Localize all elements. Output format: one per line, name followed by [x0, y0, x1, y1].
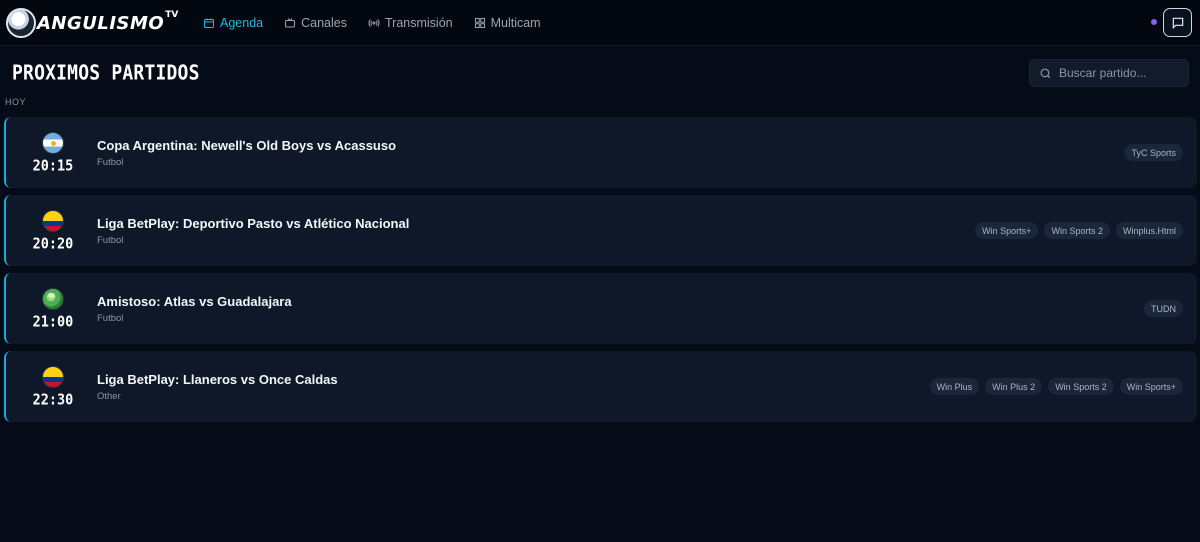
match-sport: Futbol	[97, 157, 124, 168]
nav-item-label: Canales	[301, 16, 347, 30]
channel-chip[interactable]: Win Sports 2	[1048, 378, 1114, 395]
nav-item-canales[interactable]: Canales	[284, 16, 347, 30]
match-title: Copa Argentina: Newell's Old Boys vs Aca…	[97, 138, 397, 153]
match-title: Liga BetPlay: Llaneros vs Once Caldas	[97, 372, 338, 387]
logo-suffix: TV	[165, 10, 179, 20]
argentina-flag-icon	[42, 132, 64, 154]
colombia-flag-icon	[42, 210, 64, 232]
nav-item-label: Multicam	[490, 16, 541, 30]
match-card[interactable]: 20:15 Copa Argentina: Newell's Old Boys …	[4, 117, 1197, 188]
channel-chip[interactable]: TyC Sports	[1124, 144, 1183, 161]
search-box[interactable]	[1029, 59, 1189, 87]
channel-chip[interactable]: Winplus.Html	[1115, 222, 1183, 239]
nav-item-label: Agenda	[220, 16, 264, 30]
match-card[interactable]: 20:20 Liga BetPlay: Deportivo Pasto vs A…	[4, 195, 1197, 266]
search-input[interactable]	[1059, 66, 1177, 80]
match-time: 20:20	[32, 235, 74, 253]
match-list: 20:15 Copa Argentina: Newell's Old Boys …	[4, 117, 1197, 429]
section-label-today: HOY	[5, 97, 27, 107]
status-indicator	[1151, 19, 1157, 25]
page-title: PROXIMOS PARTIDOS	[12, 61, 200, 86]
channel-chip[interactable]: Win Plus	[929, 378, 980, 395]
main-nav: Agenda Canales Transmisión Multicam	[203, 0, 562, 46]
match-time: 22:30	[32, 391, 74, 409]
nav-item-transmision[interactable]: Transmisión	[368, 16, 453, 30]
match-card[interactable]: 21:00 Amistoso: Atlas vs Guadalajara Fut…	[4, 273, 1197, 344]
match-sport: Futbol	[97, 235, 124, 246]
channel-list: TUDN	[1144, 273, 1183, 344]
match-title: Amistoso: Atlas vs Guadalajara	[97, 294, 292, 309]
colombia-flag-icon	[42, 366, 64, 388]
nav-item-label: Transmisión	[384, 16, 453, 30]
match-title: Liga BetPlay: Deportivo Pasto vs Atlétic…	[97, 216, 410, 231]
channel-chip[interactable]: TUDN	[1144, 300, 1183, 317]
world-globe-icon	[42, 288, 64, 310]
search-icon	[1040, 68, 1051, 78]
match-card[interactable]: 22:30 Liga BetPlay: Llaneros vs Once Cal…	[4, 351, 1197, 422]
broadcast-icon	[368, 19, 380, 27]
channel-chip[interactable]: Win Plus 2	[985, 378, 1043, 395]
calendar-icon	[204, 18, 214, 28]
grid-icon	[474, 18, 485, 28]
soccer-ball-logo-icon	[6, 8, 36, 38]
nav-item-multicam[interactable]: Multicam	[474, 16, 541, 30]
channel-list: Win Sports+ Win Sports 2 Winplus.Html	[975, 195, 1183, 266]
channel-chip[interactable]: Win Sports 2	[1044, 222, 1110, 239]
channel-chip[interactable]: Win Sports+	[975, 222, 1039, 239]
top-navigation-bar: ANGULISMO TV Agenda Canales Transmisión …	[0, 0, 1200, 46]
channel-list: Win Plus Win Plus 2 Win Sports 2 Win Spo…	[929, 351, 1183, 422]
channel-chip[interactable]: Win Sports+	[1119, 378, 1183, 395]
match-time: 21:00	[32, 313, 74, 331]
match-sport: Futbol	[97, 313, 124, 324]
chat-button[interactable]	[1163, 8, 1192, 37]
chat-icon	[1172, 17, 1183, 29]
app-logo[interactable]: ANGULISMO TV	[6, 6, 179, 40]
tv-icon	[285, 18, 296, 28]
channel-list: TyC Sports	[1124, 117, 1183, 188]
match-sport: Other	[97, 391, 121, 402]
match-time: 20:15	[32, 157, 74, 175]
nav-item-agenda[interactable]: Agenda	[203, 16, 263, 30]
logo-text: ANGULISMO	[37, 12, 165, 34]
